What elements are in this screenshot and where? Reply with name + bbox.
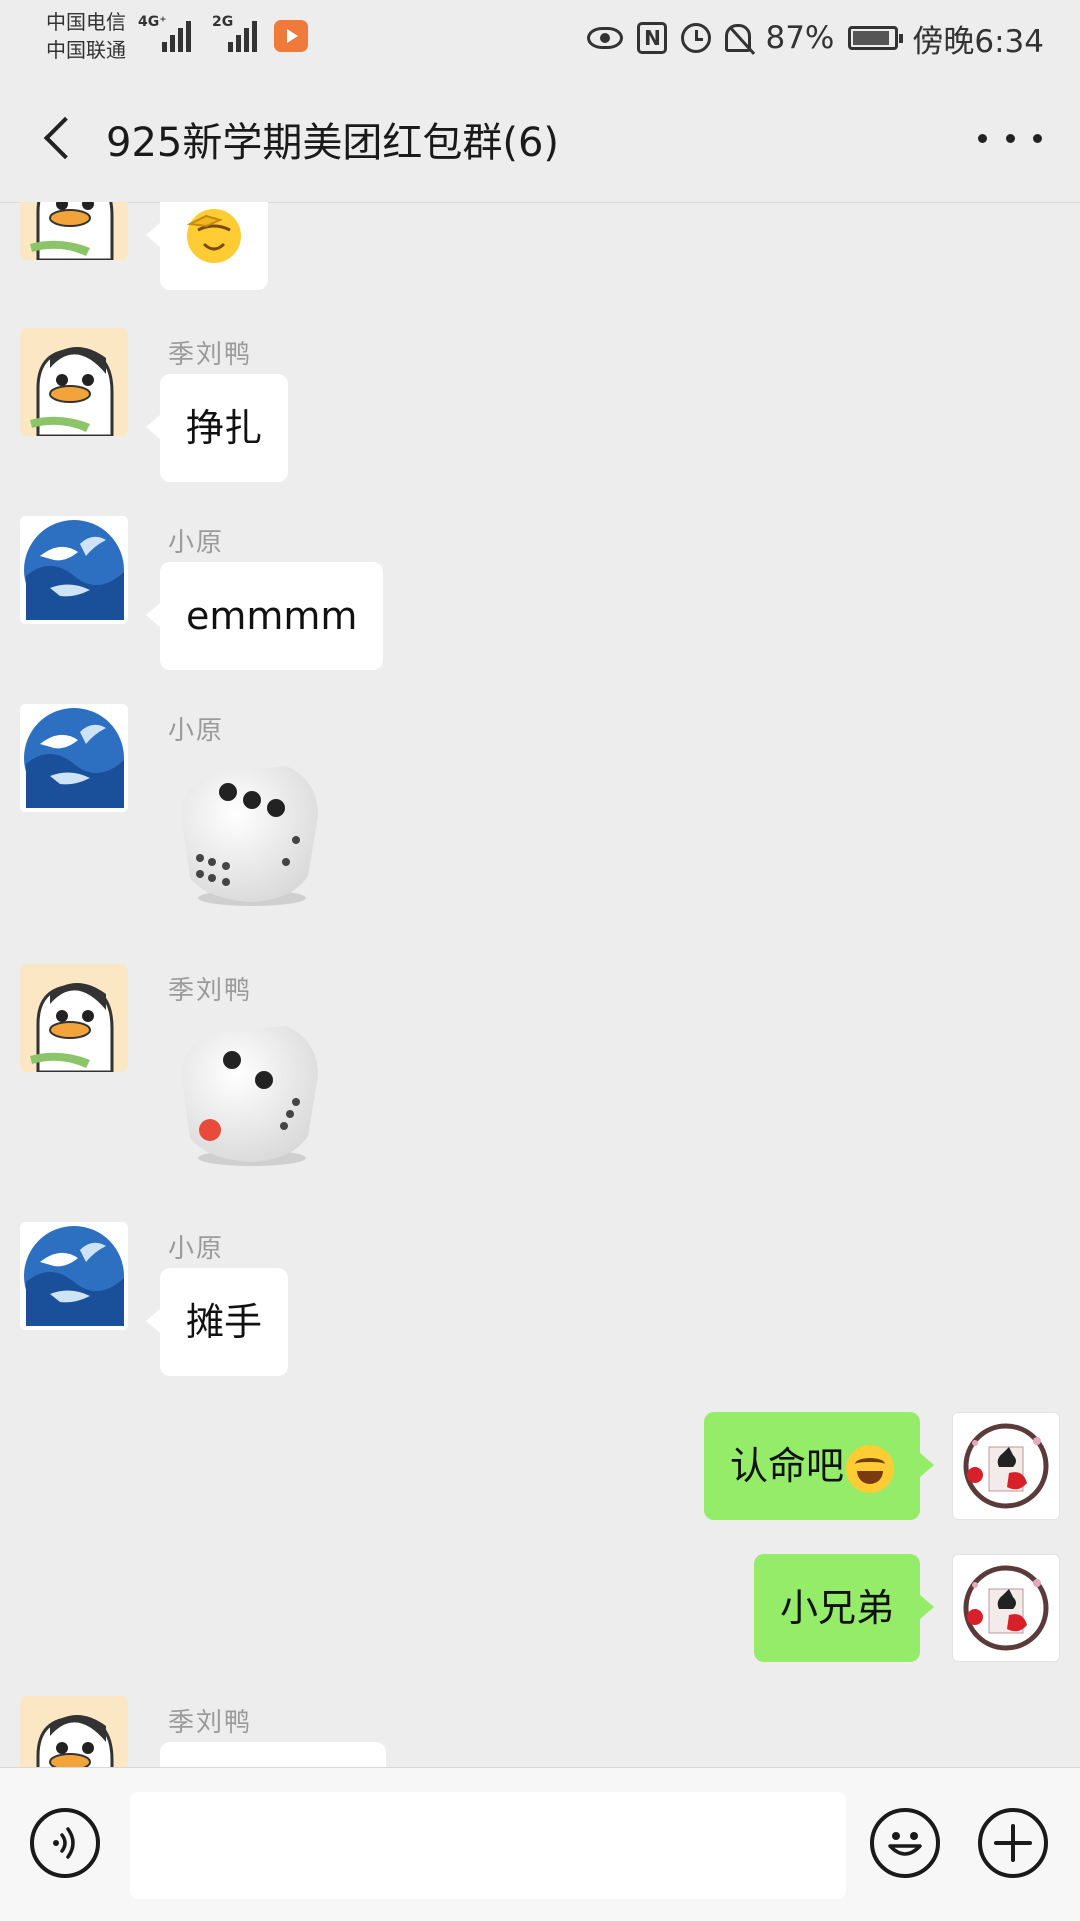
bird-avatar-icon	[20, 704, 128, 812]
facepalm-emoji-icon	[186, 209, 241, 263]
message-input[interactable]	[130, 1792, 846, 1899]
sender-name: 小原	[168, 716, 225, 746]
alarm-icon	[681, 23, 712, 53]
carrier-2: 中国联通	[46, 38, 126, 62]
bird-avatar-icon	[20, 516, 128, 624]
dice-sticker[interactable]	[168, 1010, 328, 1170]
avatar[interactable]	[20, 964, 128, 1072]
cat-illustration-avatar-icon	[953, 1555, 1059, 1661]
eye-comfort-icon	[587, 27, 624, 49]
message-bubble[interactable]: 摊手	[145, 1268, 289, 1376]
voice-input-button[interactable]	[30, 1808, 100, 1878]
signal-2-icon	[228, 18, 257, 52]
dice-two-icon	[181, 1026, 318, 1166]
bird-avatar-icon	[20, 1222, 128, 1330]
input-bar	[0, 1767, 1080, 1921]
own-avatar[interactable]	[952, 1412, 1060, 1520]
signal-1-icon	[162, 18, 191, 52]
tears-of-joy-emoji-icon	[846, 1444, 894, 1493]
own-message-bubble[interactable]: 小兄弟	[753, 1554, 935, 1662]
battery-icon	[848, 26, 904, 50]
avatar[interactable]	[20, 704, 128, 812]
back-arrow-icon[interactable]	[36, 114, 86, 164]
more-functions-button[interactable]	[978, 1808, 1048, 1878]
sender-name: 季刘鸭	[168, 1708, 253, 1738]
dice-three-icon	[181, 766, 318, 906]
message-bubble[interactable]	[160, 1742, 386, 1767]
penguin-avatar-icon	[20, 202, 128, 260]
carrier-1: 中国电信	[46, 10, 126, 34]
avatar[interactable]	[20, 202, 128, 260]
status-bar: 中国电信 中国联通 4G⁺ 2G N 87% 傍晚6:34	[0, 0, 1080, 78]
own-message-bubble[interactable]: 认命吧	[703, 1412, 935, 1520]
cat-illustration-avatar-icon	[953, 1413, 1059, 1519]
dice-sticker[interactable]	[168, 750, 328, 910]
penguin-avatar-icon	[20, 1696, 128, 1767]
message-list[interactable]: 季刘鸭 挣扎 小原 emmmm 小原 季刘鸭 小原 摊手 认命吧 小兄弟 季刘鸭	[0, 202, 1080, 1767]
video-app-icon	[274, 20, 308, 52]
sender-name: 季刘鸭	[168, 976, 253, 1006]
avatar[interactable]	[20, 1696, 128, 1767]
status-icons: N 87% 傍晚6:34	[587, 18, 1044, 60]
chat-header: 925新学期美团红包群(6)	[0, 78, 1080, 203]
penguin-avatar-icon	[20, 964, 128, 1072]
voice-icon	[53, 1827, 75, 1859]
nfc-icon: N	[637, 22, 668, 54]
smiley-icon	[888, 1832, 922, 1856]
penguin-avatar-icon	[20, 328, 128, 436]
clock: 傍晚6:34	[912, 23, 1044, 60]
sender-name: 小原	[168, 528, 225, 558]
carrier-names: 中国电信 中国联通	[46, 8, 126, 64]
message-text: 认命吧	[729, 1444, 844, 1488]
sender-name: 季刘鸭	[168, 340, 253, 370]
avatar[interactable]	[20, 328, 128, 436]
sender-name: 小原	[168, 1234, 225, 1264]
more-options-icon[interactable]	[978, 118, 1042, 158]
chat-title: 925新学期美团红包群(6)	[106, 120, 560, 166]
plus-icon	[994, 1824, 1032, 1862]
avatar[interactable]	[20, 1222, 128, 1330]
avatar[interactable]	[20, 516, 128, 624]
message-bubble[interactable]: 挣扎	[145, 374, 289, 482]
message-bubble[interactable]: emmmm	[145, 562, 384, 670]
message-bubble[interactable]	[146, 202, 268, 290]
emoji-button[interactable]	[870, 1808, 940, 1878]
own-avatar[interactable]	[952, 1554, 1060, 1662]
battery-percent: 87%	[765, 20, 835, 56]
mute-bell-icon	[725, 24, 752, 52]
